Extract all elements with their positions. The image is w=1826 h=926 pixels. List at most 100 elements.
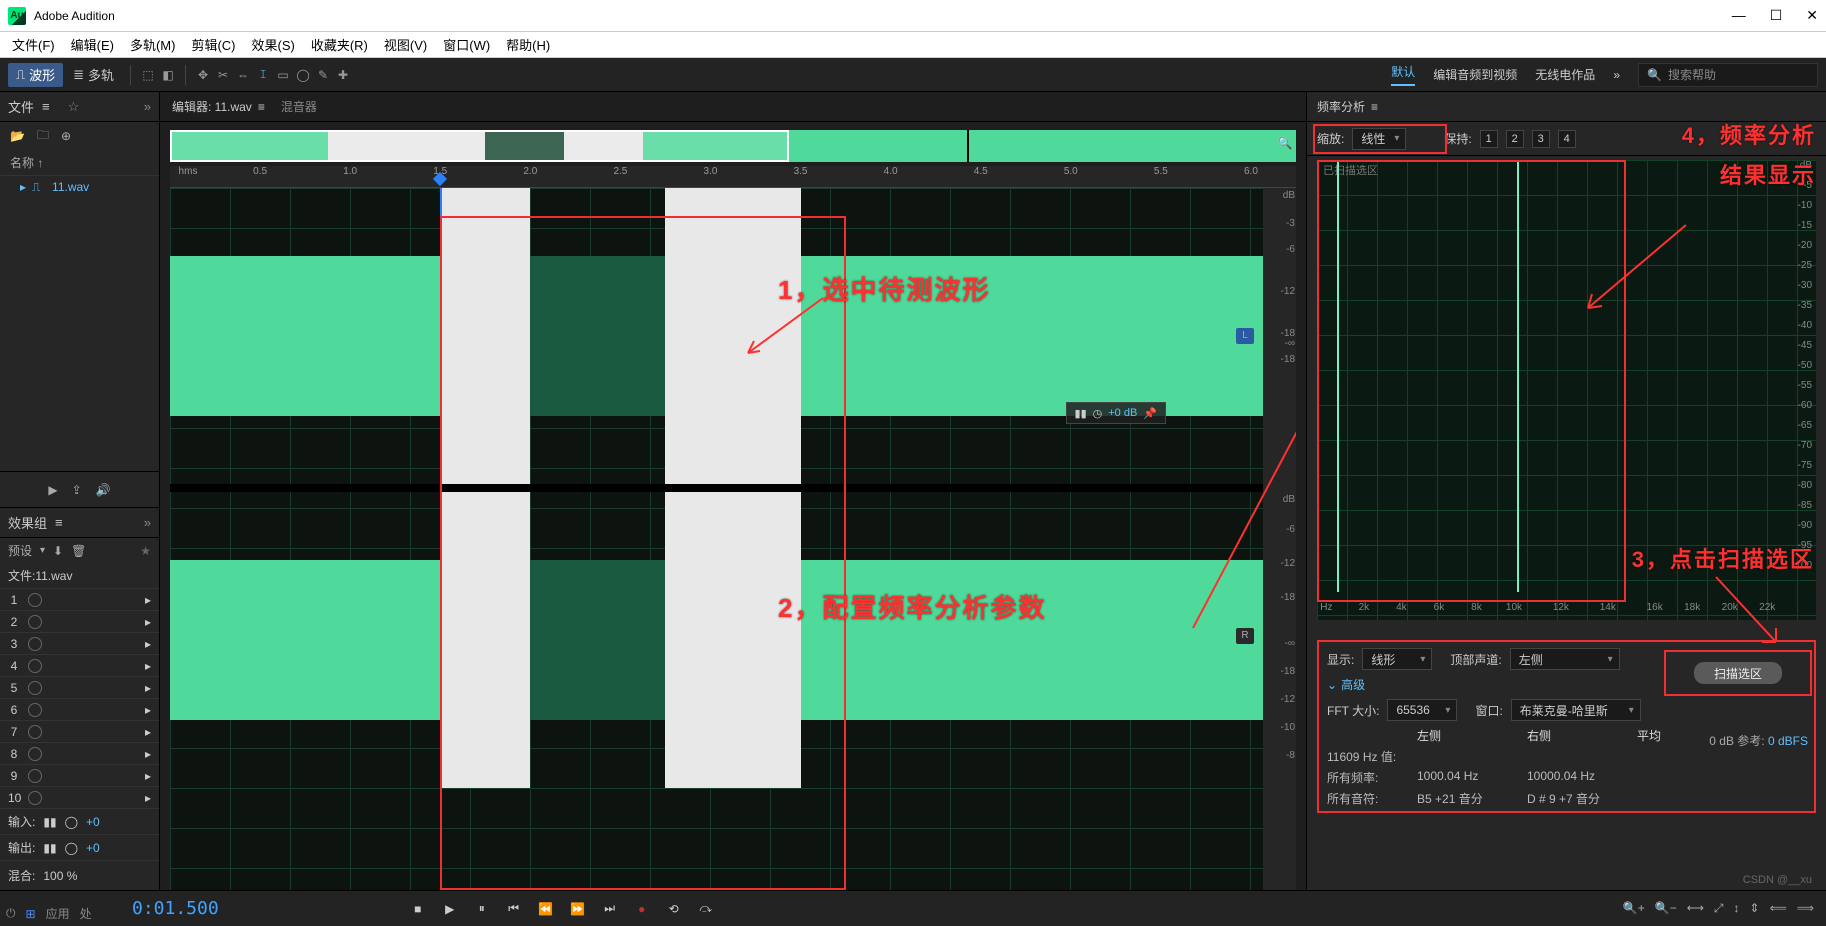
menu-edit[interactable]: 编辑(E) [63,31,122,58]
hold-slot[interactable]: 1 [1480,130,1498,148]
zoom-out-v-icon[interactable]: ⇕ [1750,901,1760,916]
workspace-audio-video[interactable]: 编辑音频到视频 [1433,66,1517,83]
fx-slot[interactable]: 2▸ [0,610,159,632]
hold-slot[interactable]: 4 [1558,130,1576,148]
power-icon[interactable]: ⏻ [6,906,16,921]
fx-slot[interactable]: 9▸ [0,764,159,786]
minimize-button[interactable]: — [1732,7,1746,24]
fx-slot[interactable]: 7▸ [0,720,159,742]
save-preset-icon[interactable]: ⬇ [53,544,63,558]
fx-slot[interactable]: 5▸ [0,676,159,698]
skip-button[interactable]: ⤼ [697,900,715,918]
window-dropdown[interactable]: 布莱克曼-哈里斯 [1511,699,1641,721]
power-icon[interactable] [28,681,42,695]
zoom-in-v-icon[interactable]: ↕ [1734,901,1740,916]
workspace-more-icon[interactable]: » [1613,68,1620,82]
menu-view[interactable]: 视图(V) [376,31,435,58]
open-folder-icon[interactable]: 📂 [10,129,25,143]
channel-right-badge[interactable]: R [1236,628,1254,644]
close-button[interactable]: ✕ [1806,7,1818,24]
files-name-header[interactable]: 名称 ↑ [0,150,159,176]
record-folder-icon[interactable]: 🗀 [37,126,49,147]
record-button[interactable]: ● [633,900,651,918]
spectrum-display[interactable]: 已扫描选区 dB-5-10-15-20-25-30-35-40-45-50-55… [1317,160,1816,620]
speaker-icon[interactable]: 🔊 [96,483,111,497]
menu-window[interactable]: 窗口(W) [435,31,498,58]
play-icon[interactable]: ▶ [48,483,57,497]
files-menu-icon[interactable]: ≡ [42,99,50,114]
menu-favorites[interactable]: 收藏夹(R) [303,31,376,58]
power-icon[interactable] [28,593,42,607]
slip-tool-icon[interactable]: ⇔ [234,66,252,84]
input-gain[interactable]: +0 [86,815,100,829]
fx-slot[interactable]: 1▸ [0,588,159,610]
heal-tool-icon[interactable]: ✚ [334,66,352,84]
power-icon[interactable] [28,747,42,761]
waveform-mode-button[interactable]: ⎍ 波形 [8,63,63,87]
menu-clip[interactable]: 剪辑(C) [183,31,243,58]
timecode[interactable]: 0:01.500 [132,898,219,919]
spectral-icon[interactable]: ◧ [159,66,177,84]
workspace-default[interactable]: 默认 [1391,63,1415,86]
power-icon[interactable] [28,769,42,783]
hold-slot[interactable]: 2 [1506,130,1524,148]
time-ruler[interactable]: hms 0.5 1.0 1.5 2.0 2.5 3.0 3.5 4.0 4.5 … [170,166,1296,188]
grid-icon[interactable]: ⊞ [26,907,36,921]
fx-slot[interactable]: 6▸ [0,698,159,720]
lasso-tool-icon[interactable]: ◯ [294,66,312,84]
menu-effect[interactable]: 效果(S) [244,31,303,58]
time-selection-tool-icon[interactable]: 𝙸 [254,66,272,84]
waveform-editor[interactable]: dB-3-6-12-18-∞-18 dB-6-12-18-∞-18-12-10-… [170,188,1296,890]
delete-preset-icon[interactable]: 🗑 [71,544,86,558]
volume-badge[interactable]: ▮▮ ◷ +0 dB 📌 [1066,402,1166,424]
overview-strip[interactable] [170,130,1296,162]
razor-tool-icon[interactable]: ✂ [214,66,232,84]
fft-dropdown[interactable]: 65536 [1387,699,1457,721]
apply-button[interactable]: 应用 [46,905,70,922]
power-icon[interactable] [28,703,42,717]
fx-slot[interactable]: 10▸ [0,786,159,808]
file-item[interactable]: ▸ ⎍ 11.wav [0,176,159,198]
zoom-in-icon[interactable]: 🔍+ [1623,901,1645,916]
fx-slot[interactable]: 3▸ [0,632,159,654]
maximize-button[interactable]: ☐ [1770,7,1783,24]
fx-slot[interactable]: 4▸ [0,654,159,676]
advanced-toggle[interactable]: ⌄高级 [1327,676,1806,693]
power-icon[interactable] [28,659,42,673]
editor-tab[interactable]: 编辑器: 11.wav ≡ [172,98,265,115]
rewind-button[interactable]: ⏪ [537,900,555,918]
menu-multitrack[interactable]: 多轨(M) [122,31,184,58]
zoom-dropdown[interactable]: 线性 [1352,128,1406,150]
output-gain[interactable]: +0 [86,841,100,855]
zoom-out-icon[interactable]: 🔍− [1655,901,1677,916]
menu-help[interactable]: 帮助(H) [498,31,558,58]
stop-button[interactable]: ■ [409,900,427,918]
channel-dropdown[interactable]: 左侧 [1510,648,1620,670]
new-file-icon[interactable]: ⊕ [61,129,71,143]
move-tool-icon[interactable]: ✥ [194,66,212,84]
power-icon[interactable] [28,615,42,629]
mixer-tab[interactable]: 混音器 [281,98,317,115]
panel-more-icon[interactable]: » [144,99,151,114]
power-icon[interactable] [28,725,42,739]
power-icon[interactable] [28,637,42,651]
zoom-left-icon[interactable]: ⟸ [1770,901,1787,916]
pin-icon[interactable]: 📌 [1143,407,1157,420]
play-button[interactable]: ▶ [441,900,459,918]
output-knob-icon[interactable]: ◯ [65,841,78,855]
input-knob-icon[interactable]: ◯ [65,815,78,829]
zoom-right-icon[interactable]: ⟹ [1797,901,1814,916]
hud-icon[interactable]: ⬚ [139,66,157,84]
zoom-tool-icon[interactable]: 🔍 [1276,134,1294,152]
go-end-button[interactable]: ⏭ [601,900,619,918]
help-search-input[interactable]: 🔍 搜索帮助 [1638,63,1818,87]
brush-tool-icon[interactable]: ✎ [314,66,332,84]
hold-slot[interactable]: 3 [1532,130,1550,148]
forward-button[interactable]: ⏩ [569,900,587,918]
zoom-full-icon[interactable]: ⟷ [1687,901,1704,916]
panel-more-icon[interactable]: » [144,515,151,530]
menu-file[interactable]: 文件(F) [4,31,63,58]
loop-button[interactable]: ⟲ [665,900,683,918]
multitrack-mode-button[interactable]: ≣ 多轨 [65,63,122,87]
mix-value[interactable]: 100 % [43,869,77,883]
